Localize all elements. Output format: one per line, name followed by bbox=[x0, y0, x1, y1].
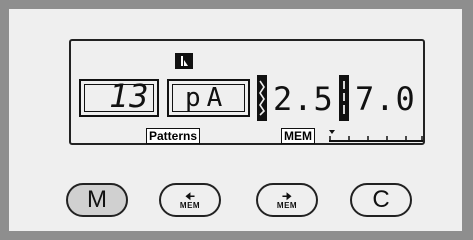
pattern-number: 13 bbox=[109, 77, 150, 115]
memory-scale bbox=[329, 130, 423, 142]
clear-button-label: C bbox=[372, 186, 390, 213]
memory-back-label: MEM bbox=[179, 200, 201, 210]
memory-forward-label: MEM bbox=[276, 200, 298, 210]
mode-button-label: M bbox=[87, 186, 107, 213]
pattern-code-frame: pA bbox=[167, 79, 250, 117]
stitch-length-value: 7.0 bbox=[355, 80, 416, 118]
stitch-width-value: 2.5 bbox=[273, 80, 334, 118]
mode-button[interactable]: M bbox=[66, 183, 128, 217]
control-panel: 13 pA 2.5 7.0 Patterns MEM M 🠈 MEM 🠊 MEM… bbox=[9, 9, 462, 231]
arrow-left-icon: 🠈 bbox=[184, 189, 196, 203]
presser-foot-icon bbox=[175, 53, 193, 69]
straight-stitch-length-icon bbox=[343, 81, 345, 114]
pattern-code: pA bbox=[185, 83, 229, 113]
memory-label: MEM bbox=[281, 128, 315, 144]
memory-indicator bbox=[329, 130, 335, 134]
arrow-right-icon: 🠊 bbox=[281, 189, 293, 203]
zigzag-width-icon bbox=[259, 80, 266, 116]
patterns-label: Patterns bbox=[146, 128, 201, 144]
memory-forward-button[interactable]: 🠊 MEM bbox=[256, 183, 318, 217]
pattern-number-frame: 13 bbox=[79, 79, 159, 117]
memory-back-button[interactable]: 🠈 MEM bbox=[159, 183, 221, 217]
lcd-display: 13 pA 2.5 7.0 Patterns MEM bbox=[69, 39, 425, 145]
clear-button[interactable]: C bbox=[350, 183, 412, 217]
